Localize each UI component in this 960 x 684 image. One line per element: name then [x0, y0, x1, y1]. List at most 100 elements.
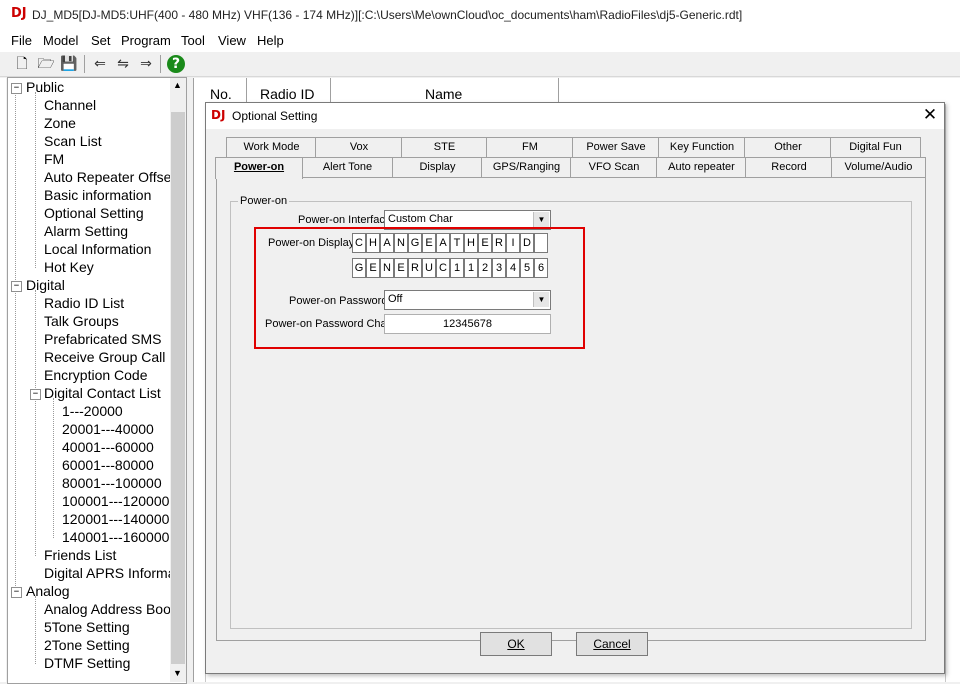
menu-set[interactable]: Set — [91, 33, 111, 48]
tree-node-auto-repeater-offset[interactable]: Auto Repeater Offse — [44, 169, 171, 185]
tree-node-2tone-setting[interactable]: 2Tone Setting — [44, 637, 130, 653]
tab-ste[interactable]: STE — [401, 137, 488, 157]
menu-help[interactable]: Help — [257, 33, 284, 48]
display-char-cell[interactable]: I — [506, 233, 520, 253]
tree-node-digital[interactable]: Digital — [26, 277, 65, 293]
display-char-cell[interactable]: E — [366, 258, 380, 278]
tree-node-contacts-range[interactable]: 20001---40000 — [62, 421, 154, 437]
tab-power-on[interactable]: Power-on — [215, 157, 303, 179]
tab-key-function[interactable]: Key Function — [658, 137, 746, 157]
menu-model[interactable]: Model — [43, 33, 78, 48]
tree-node-radio-id-list[interactable]: Radio ID List — [44, 295, 124, 311]
tree-node-scan-list[interactable]: Scan List — [44, 133, 102, 149]
open-folder-icon[interactable]: 🗁 — [37, 55, 55, 73]
display-char-cell[interactable]: R — [408, 258, 422, 278]
display-char-cell[interactable]: 1 — [450, 258, 464, 278]
tab-other[interactable]: Other — [744, 137, 832, 157]
menu-program[interactable]: Program — [121, 33, 171, 48]
display-char-cell[interactable]: C — [436, 258, 450, 278]
new-file-icon[interactable]: 🗋 — [13, 55, 31, 73]
display-char-cell[interactable]: U — [422, 258, 436, 278]
tree-node-prefabricated-sms[interactable]: Prefabricated SMS — [44, 331, 162, 347]
display-char-cell[interactable]: R — [492, 233, 506, 253]
tab-power-save[interactable]: Power Save — [572, 137, 660, 157]
tree-node-friends-list[interactable]: Friends List — [44, 547, 116, 563]
tab-gps-ranging[interactable]: GPS/Ranging — [481, 157, 572, 177]
display-char-cell[interactable]: 1 — [464, 258, 478, 278]
scroll-up-arrow-icon[interactable]: ▲ — [173, 80, 182, 90]
tab-auto-repeater[interactable]: Auto repeater — [656, 157, 747, 177]
tab-vox[interactable]: Vox — [315, 137, 403, 157]
tree-node-contacts-range[interactable]: 40001---60000 — [62, 439, 154, 455]
tab-volume-audio[interactable]: Volume/Audio — [831, 157, 926, 177]
menu-tool[interactable]: Tool — [181, 33, 205, 48]
read-radio-icon[interactable]: ⇐ — [91, 55, 109, 73]
display-char-cell[interactable]: E — [394, 258, 408, 278]
display-char-cell[interactable]: 5 — [520, 258, 534, 278]
tab-vfo-scan[interactable]: VFO Scan — [570, 157, 658, 177]
display-char-cell[interactable] — [534, 233, 548, 253]
tab-fm[interactable]: FM — [486, 137, 574, 157]
tab-record[interactable]: Record — [745, 157, 833, 177]
display-char-cell[interactable]: N — [394, 233, 408, 253]
tree-node-contacts-range[interactable]: 100001---120000 — [62, 493, 169, 509]
tree-collapse-digital[interactable]: − — [11, 281, 22, 292]
tree-node-receive-group-call[interactable]: Receive Group Call — [44, 349, 165, 365]
tree-collapse-analog[interactable]: − — [11, 587, 22, 598]
display-char-cell[interactable]: 4 — [506, 258, 520, 278]
display-char-cell[interactable]: 6 — [534, 258, 548, 278]
display-char-cell[interactable]: D — [520, 233, 534, 253]
tree-node-channel[interactable]: Channel — [44, 97, 96, 113]
chevron-down-icon[interactable]: ▼ — [533, 212, 549, 227]
display-char-cell[interactable]: C — [352, 233, 366, 253]
display-char-cell[interactable]: G — [352, 258, 366, 278]
tree-collapse-contact-list[interactable]: − — [30, 389, 41, 400]
display-char-cell[interactable]: 2 — [478, 258, 492, 278]
tree-node-5tone-setting[interactable]: 5Tone Setting — [44, 619, 130, 635]
tree-node-hot-key[interactable]: Hot Key — [44, 259, 94, 275]
tree-node-local-information[interactable]: Local Information — [44, 241, 151, 257]
cancel-button[interactable]: Cancel — [576, 632, 648, 656]
display-char-cell[interactable]: E — [478, 233, 492, 253]
tree-node-basic-information[interactable]: Basic information — [44, 187, 151, 203]
help-icon[interactable]: ? — [167, 55, 185, 73]
radio-info-icon[interactable]: ⇒ — [137, 55, 155, 73]
tree-node-encryption-code[interactable]: Encryption Code — [44, 367, 148, 383]
grid-header-no[interactable]: No. — [210, 86, 232, 102]
tree-node-talk-groups[interactable]: Talk Groups — [44, 313, 119, 329]
display-char-cell[interactable]: G — [408, 233, 422, 253]
display-char-cell[interactable]: H — [366, 233, 380, 253]
menu-file[interactable]: File — [11, 33, 32, 48]
grid-header-name[interactable]: Name — [425, 86, 462, 102]
display-char-cell[interactable]: T — [450, 233, 464, 253]
tree-node-digital-aprs-information[interactable]: Digital APRS Informa — [44, 565, 176, 581]
display-char-cell[interactable]: 3 — [492, 258, 506, 278]
display-char-cell[interactable]: H — [464, 233, 478, 253]
display-char-cell[interactable]: A — [380, 233, 394, 253]
tree-node-analog[interactable]: Analog — [26, 583, 70, 599]
tree-node-alarm-setting[interactable]: Alarm Setting — [44, 223, 128, 239]
write-radio-icon[interactable]: ⇋ — [114, 55, 132, 73]
grid-header-radio-id[interactable]: Radio ID — [260, 86, 314, 102]
tree-node-zone[interactable]: Zone — [44, 115, 76, 131]
tab-display[interactable]: Display — [392, 157, 483, 177]
tree-node-contacts-range[interactable]: 80001---100000 — [62, 475, 162, 491]
display-char-cell[interactable]: A — [436, 233, 450, 253]
tree-node-contacts-range[interactable]: 140001---160000 — [62, 529, 169, 545]
tree-node-public[interactable]: Public — [26, 79, 64, 95]
display-char-cell[interactable]: E — [422, 233, 436, 253]
tab-digital-fun[interactable]: Digital Fun — [830, 137, 921, 157]
ok-button[interactable]: OK — [480, 632, 552, 656]
menu-view[interactable]: View — [218, 33, 246, 48]
tree-scrollbar-thumb[interactable] — [171, 112, 185, 664]
tree-node-dtmf-setting[interactable]: DTMF Setting — [44, 655, 130, 671]
tree-node-contacts-range[interactable]: 1---20000 — [62, 403, 123, 419]
save-icon[interactable]: 💾 — [60, 55, 78, 73]
scroll-down-arrow-icon[interactable]: ▼ — [173, 668, 182, 678]
tree-node-optional-setting[interactable]: Optional Setting — [44, 205, 144, 221]
tab-alert-tone[interactable]: Alert Tone — [301, 157, 394, 177]
tree-node-contacts-range[interactable]: 120001---140000 — [62, 511, 169, 527]
display-char-cell[interactable]: N — [380, 258, 394, 278]
tree-node-contacts-range[interactable]: 60001---80000 — [62, 457, 154, 473]
tab-work-mode[interactable]: Work Mode — [226, 137, 317, 157]
